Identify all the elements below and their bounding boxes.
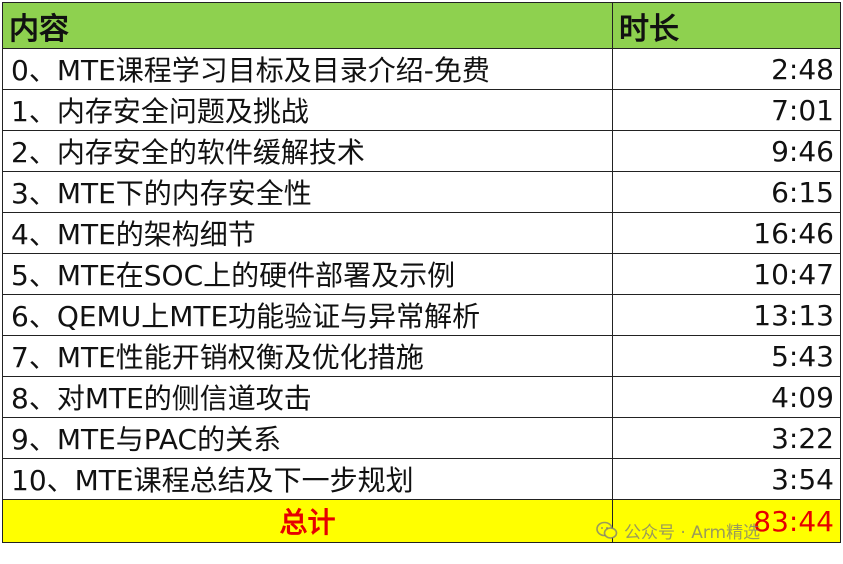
table-header-row: 内容 时长	[2, 2, 841, 49]
table-row: 10、MTE课程总结及下一步规划 3:54	[2, 458, 841, 500]
table-row: 1、内存安全问题及挑战 7:01	[2, 89, 841, 131]
row-content: 9、MTE与PAC的关系	[2, 417, 613, 459]
row-duration: 16:46	[612, 212, 841, 254]
header-duration: 时长	[612, 2, 841, 49]
table-row: 4、MTE的架构细节 16:46	[2, 212, 841, 254]
table-row: 5、MTE在SOC上的硬件部署及示例 10:47	[2, 253, 841, 295]
row-content: 7、MTE性能开销权衡及优化措施	[2, 335, 613, 377]
table-row: 6、QEMU上MTE功能验证与异常解析 13:13	[2, 294, 841, 336]
table-row: 7、MTE性能开销权衡及优化措施 5:43	[2, 335, 841, 377]
row-duration: 13:13	[612, 294, 841, 336]
row-duration: 9:46	[612, 130, 841, 172]
total-label: 总计	[2, 499, 613, 543]
course-duration-table: 内容 时长 0、MTE课程学习目标及目录介绍-免费 2:48 1、内存安全问题及…	[2, 2, 841, 543]
row-content: 1、内存安全问题及挑战	[2, 89, 613, 131]
row-content: 8、对MTE的侧信道攻击	[2, 376, 613, 418]
row-duration: 3:54	[612, 458, 841, 500]
row-duration: 6:15	[612, 171, 841, 213]
row-content: 3、MTE下的内存安全性	[2, 171, 613, 213]
row-duration: 5:43	[612, 335, 841, 377]
row-content: 2、内存安全的软件缓解技术	[2, 130, 613, 172]
row-content: 0、MTE课程学习目标及目录介绍-免费	[2, 48, 613, 90]
row-duration: 4:09	[612, 376, 841, 418]
row-duration: 3:22	[612, 417, 841, 459]
total-duration: 83:44	[612, 499, 841, 543]
row-duration: 10:47	[612, 253, 841, 295]
row-duration: 2:48	[612, 48, 841, 90]
table-row: 8、对MTE的侧信道攻击 4:09	[2, 376, 841, 418]
row-content: 10、MTE课程总结及下一步规划	[2, 458, 613, 500]
row-content: 6、QEMU上MTE功能验证与异常解析	[2, 294, 613, 336]
row-duration: 7:01	[612, 89, 841, 131]
total-row: 总计 83:44	[2, 499, 841, 543]
table-row: 2、内存安全的软件缓解技术 9:46	[2, 130, 841, 172]
row-content: 4、MTE的架构细节	[2, 212, 613, 254]
table-row: 9、MTE与PAC的关系 3:22	[2, 417, 841, 459]
row-content: 5、MTE在SOC上的硬件部署及示例	[2, 253, 613, 295]
header-content: 内容	[2, 2, 613, 49]
table-row: 3、MTE下的内存安全性 6:15	[2, 171, 841, 213]
table-row: 0、MTE课程学习目标及目录介绍-免费 2:48	[2, 48, 841, 90]
